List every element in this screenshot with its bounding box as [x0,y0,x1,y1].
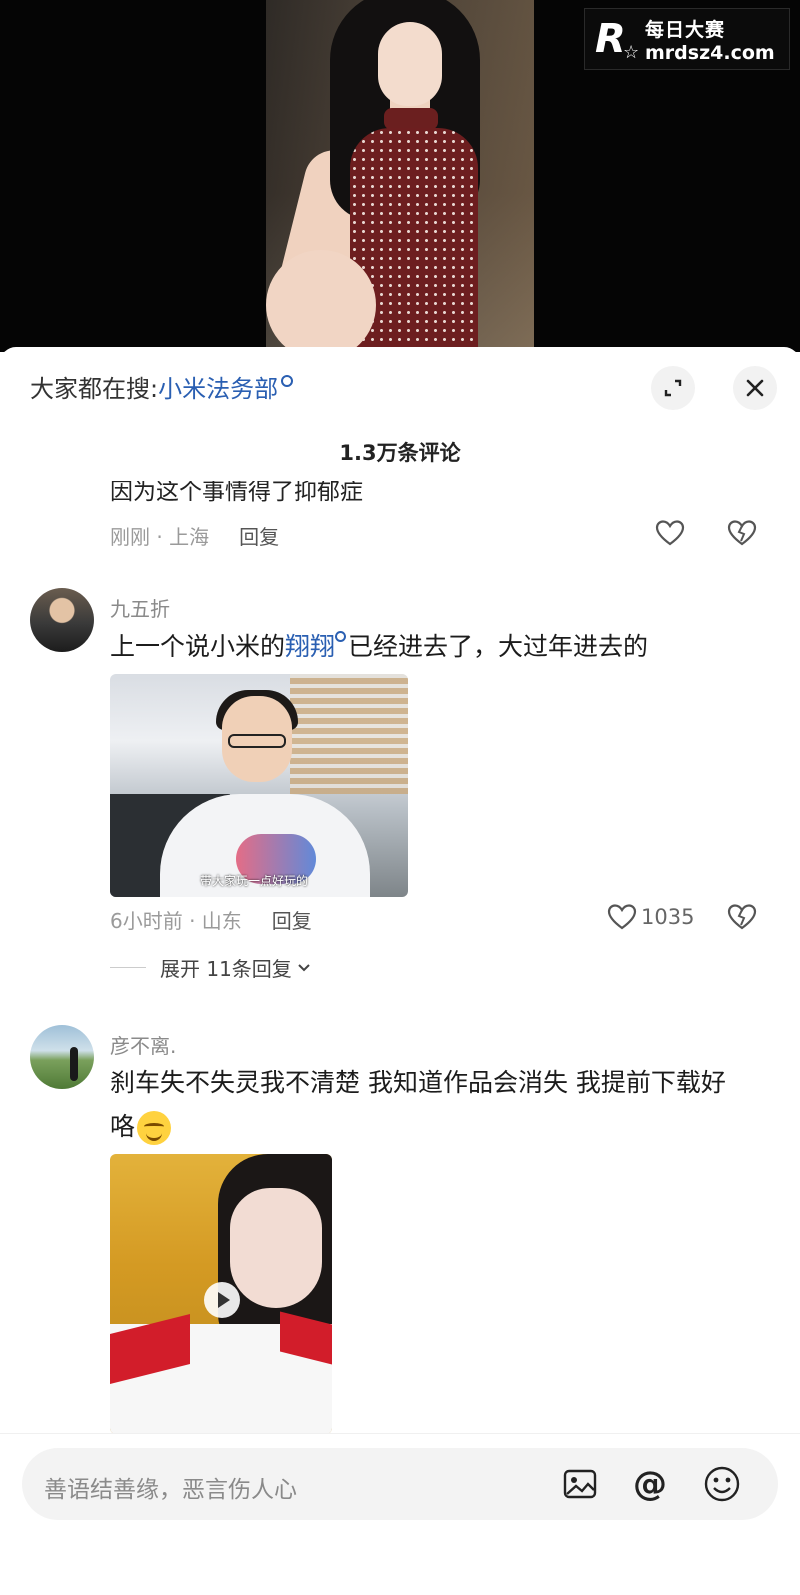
search-icon [281,374,294,387]
expand-button[interactable] [651,366,695,410]
dislike-button[interactable] [727,519,757,551]
at-icon: @ [633,1464,667,1504]
dislike-button[interactable] [727,903,757,935]
emoji-icon [704,1466,740,1502]
heart-icon [607,904,637,930]
trending-search[interactable]: 大家都在搜: 小米法务部 [30,369,294,404]
comment-text: 刹车失不失灵我不清楚 我知道作品会消失 我提前下载好 咯 [110,1061,726,1149]
avatar[interactable] [30,1025,94,1089]
image-icon [563,1469,597,1499]
avatar[interactable] [30,588,94,652]
emoji-icon [137,1111,172,1145]
comment-time-location: 刚刚 · 上海 [110,525,210,549]
comment-text-after: 已经进去了，大过年进去的 [348,632,649,661]
play-button[interactable] [204,1282,240,1318]
divider [110,967,146,968]
comment-search-link[interactable]: 翔翔 [285,632,335,661]
expand-replies-label: 展开 11条回复 [160,957,292,981]
comment-text-line: 咯 [110,1112,136,1141]
reply-button[interactable]: 回复 [239,521,279,550]
mention-button[interactable]: @ [630,1464,670,1504]
watermark-title: 每日大赛 [645,18,726,41]
like-button[interactable] [655,519,685,547]
watermark-url: mrdsz4.com [645,41,775,64]
reply-button[interactable]: 回复 [272,905,312,934]
image-caption: 带大家玩一点好玩的 [200,874,309,888]
video-frame [266,0,534,352]
expand-replies-button[interactable]: 展开 11条回复 [110,953,312,982]
trending-search-prefix: 大家都在搜: [30,375,159,403]
comment-text: 上一个说小米的翔翔 已经进去了，大过年进去的 [110,625,648,669]
comment-text-partial: 因为这个事情得了抑郁症 [110,481,363,505]
comment-input-bar: 善语结善缘，恶言伤人心 @ [0,1433,800,1595]
comment-input-placeholder: 善语结善缘，恶言伤人心 [44,1477,297,1503]
video-player[interactable]: R ☆ 每日大赛 mrdsz4.com [0,0,800,352]
comments-sheet: 大家都在搜: 小米法务部 1.3万条评论 因为这个事情得了抑郁症 刚刚 · 上海… [0,347,800,1595]
comment-text-partial-content: 因为这个事情得了抑郁症 [110,481,363,505]
comment-username[interactable]: 彦不离. [110,1030,176,1059]
comment-video-thumbnail[interactable] [110,1154,332,1434]
heart-icon [655,520,685,546]
comment-meta: 6小时前 · 山东 回复 [110,905,312,934]
comment-meta: 刚刚 · 上海 回复 [110,521,279,550]
trending-search-term[interactable]: 小米法务部 [158,369,278,404]
broken-heart-icon [727,904,757,930]
like-button[interactable]: 1035 [607,903,694,931]
close-button[interactable] [733,366,777,410]
watermark-logo-letter: R [595,16,626,62]
image-button[interactable] [560,1464,600,1504]
play-icon [218,1292,230,1308]
star-icon: ☆ [623,42,640,63]
emoji-button[interactable] [702,1464,742,1504]
comment-count: 1.3万条评论 [339,441,461,465]
close-icon [746,379,764,397]
comment-username[interactable]: 九五折 [110,593,170,622]
watermark-logo: R ☆ 每日大赛 mrdsz4.com [584,8,790,70]
chevron-down-icon [298,963,310,971]
comment-time-location: 6小时前 · 山东 [110,909,242,933]
expand-icon [664,379,682,397]
search-icon [335,631,347,642]
comment-text-line: 刹车失不失灵我不清楚 我知道作品会消失 我提前下载好 [110,1068,726,1097]
broken-heart-icon [727,520,757,546]
comment-text-before: 上一个说小米的 [110,632,286,661]
comment-input[interactable]: 善语结善缘，恶言伤人心 @ [22,1448,778,1520]
like-count: 1035 [641,905,695,929]
comment-image[interactable]: 带大家玩一点好玩的 [110,674,408,897]
